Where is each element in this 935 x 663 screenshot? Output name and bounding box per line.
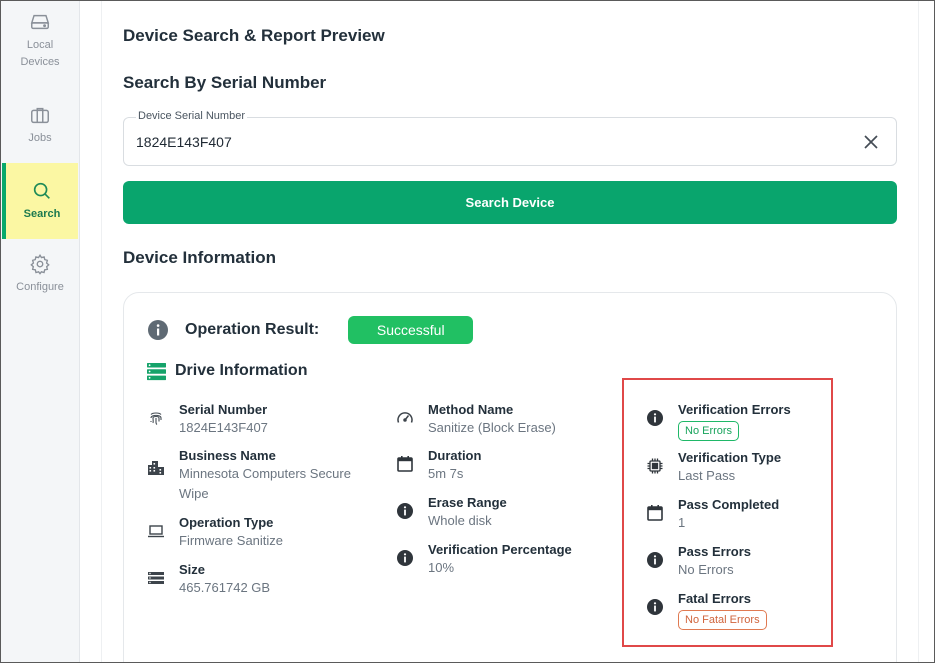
search-icon: [31, 180, 53, 202]
calendar-icon: [396, 455, 414, 473]
sidebar-item-label: Local: [26, 39, 54, 51]
field-label: Operation Type: [179, 515, 274, 530]
business-name-row: Business Name Minnesota Computers Secure…: [147, 447, 351, 504]
duration-row: Duration 5m 7s: [396, 447, 481, 484]
info-icon: [396, 549, 414, 567]
field-value: 465.761742 GB: [179, 580, 271, 595]
sidebar-item-label: Configure: [16, 281, 64, 293]
sidebar-item-configure[interactable]: Configure: [2, 253, 78, 299]
method-name-row: Method Name Sanitize (Block Erase): [396, 401, 556, 438]
operation-result-row: Operation Result: Successful: [147, 316, 474, 344]
page-title: Device Search & Report Preview: [123, 26, 385, 45]
storage-icon: [147, 569, 165, 587]
laptop-icon: [147, 522, 165, 540]
field-value: Sanitize (Block Erase): [428, 420, 556, 435]
device-section-title: Device Information: [123, 248, 277, 267]
gear-icon: [29, 253, 51, 275]
search-device-button[interactable]: Search Device: [123, 181, 897, 224]
size-row: Size 465.761742 GB: [147, 561, 270, 598]
erase-range-row: Erase Range Whole disk: [396, 494, 507, 531]
field-label: Size: [179, 562, 206, 577]
field-label: Duration: [428, 448, 482, 463]
highlight-box: [622, 378, 833, 647]
serial-number-row: Serial Number 1824E143F407: [147, 401, 268, 438]
briefcase-icon: [29, 104, 51, 126]
field-label: Method Name: [428, 402, 514, 417]
field-label: Erase Range: [428, 495, 507, 510]
drive-information-title: Drive Information: [175, 362, 308, 379]
verification-percentage-row: Verification Percentage 10%: [396, 541, 572, 578]
app-window: Local Devices Jobs Search Configure Devi…: [0, 0, 935, 663]
serial-number-field: Device Serial Number: [123, 110, 897, 166]
sidebar-item-local-devices[interactable]: Local Devices: [2, 11, 78, 77]
field-value: 1824E143F407: [179, 420, 268, 435]
sidebar-item-label: Search: [23, 207, 61, 220]
info-icon: [147, 319, 169, 341]
close-icon[interactable]: [862, 133, 880, 151]
field-label: Serial Number: [179, 402, 268, 417]
field-label: Verification Percentage: [428, 542, 572, 557]
field-label: Business Name: [179, 448, 276, 463]
sidebar-item-label: Jobs: [28, 132, 52, 144]
drive-information-heading: Drive Information: [147, 360, 307, 382]
field-value: 10%: [428, 560, 455, 575]
building-icon: [147, 459, 165, 477]
serial-number-input[interactable]: [136, 132, 836, 152]
field-value: Wipe: [179, 486, 209, 501]
search-section-title: Search By Serial Number: [123, 73, 327, 92]
info-icon: [396, 502, 414, 520]
status-badge: Successful: [348, 316, 474, 344]
speedometer-icon: [396, 409, 414, 427]
sidebar-item-label: Devices: [20, 56, 60, 68]
sidebar-item-search[interactable]: Search: [2, 163, 78, 239]
storage-icon: [147, 362, 166, 381]
sidebar: Local Devices Jobs Search Configure: [1, 1, 80, 662]
serial-number-label: Device Serial Number: [136, 110, 247, 122]
operation-type-row: Operation Type Firmware Sanitize: [147, 514, 283, 551]
operation-result-label: Operation Result:: [185, 321, 320, 338]
field-value: Firmware Sanitize: [179, 533, 284, 548]
sidebar-item-jobs[interactable]: Jobs: [2, 104, 78, 150]
hard-drive-icon: [29, 11, 51, 33]
fingerprint-icon: [147, 409, 165, 427]
field-value: Whole disk: [428, 513, 492, 528]
field-value: Minnesota Computers Secure: [179, 466, 351, 481]
field-value: 5m 7s: [428, 466, 464, 481]
